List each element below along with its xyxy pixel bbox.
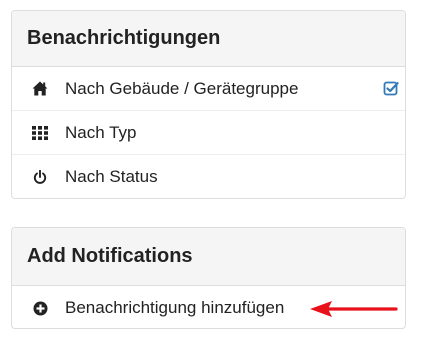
list-item-label: Nach Gebäude / Gerätegruppe: [65, 78, 299, 98]
notifications-panel-title: Benachrichtigungen: [12, 11, 405, 67]
list-item-label: Benachrichtigung hinzufügen: [65, 298, 285, 317]
list-item-by-type[interactable]: Nach Typ: [12, 111, 405, 155]
grid-icon: [31, 124, 49, 142]
plus-circle-icon: [31, 299, 49, 317]
list-item-label: Nach Status: [65, 167, 158, 186]
list-item-by-status[interactable]: Nach Status: [12, 155, 405, 198]
list-item-label: Nach Typ: [65, 122, 137, 142]
checked-checkbox-icon[interactable]: [383, 80, 399, 96]
add-notifications-panel-title: Add Notifications: [12, 228, 405, 286]
home-icon: [31, 80, 49, 98]
notifications-panel: Benachrichtigungen Nach Gebäude / Geräte…: [11, 10, 406, 199]
power-icon: [31, 168, 49, 186]
list-item-by-building[interactable]: Nach Gebäude / Gerätegruppe: [12, 67, 405, 111]
annotation-arrow-icon: [310, 301, 398, 317]
